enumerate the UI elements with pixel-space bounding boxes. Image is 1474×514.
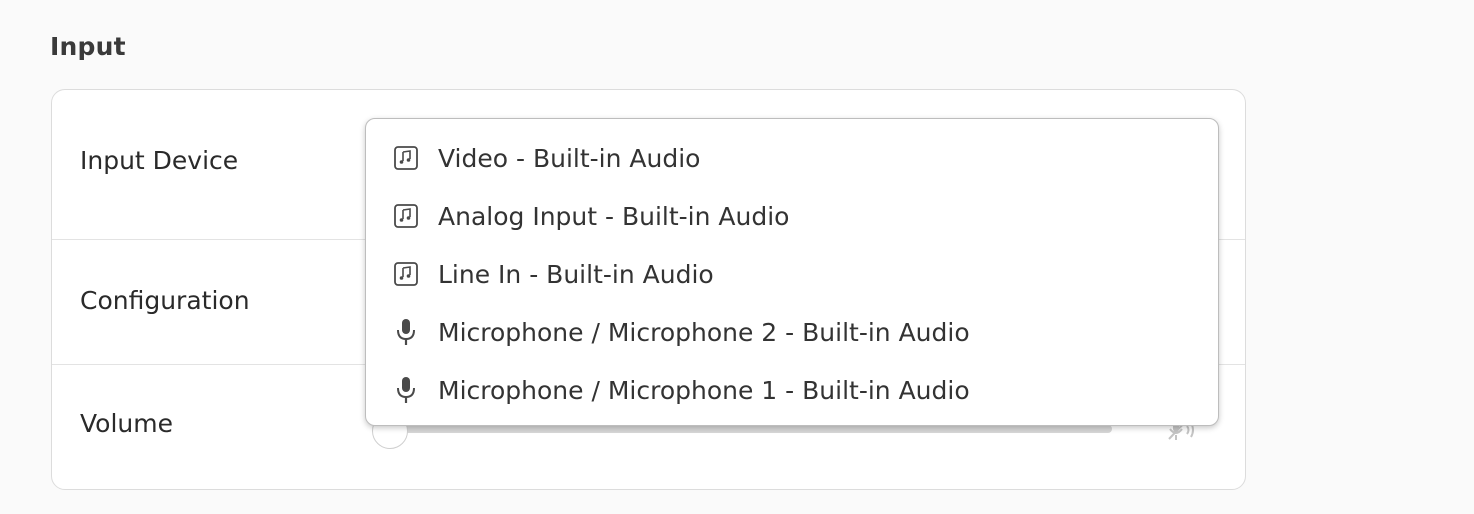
sound-settings-page: Input Input Device Configuration Volume (0, 0, 1474, 514)
input-device-dropdown: Video - Built-in Audio Analog Input - Bu… (365, 118, 1219, 426)
dropdown-item-label: Microphone / Microphone 1 - Built-in Aud… (438, 375, 970, 405)
configuration-label: Configuration (80, 286, 250, 315)
dropdown-item-analog-input[interactable]: Analog Input - Built-in Audio (366, 187, 1218, 245)
microphone-icon (394, 376, 418, 404)
audio-card-icon (394, 144, 418, 172)
dropdown-item-label: Video - Built-in Audio (438, 143, 701, 173)
audio-card-icon (394, 202, 418, 230)
microphone-icon (394, 318, 418, 346)
volume-label: Volume (80, 409, 173, 438)
section-title: Input (50, 32, 126, 61)
input-device-label: Input Device (80, 146, 239, 175)
dropdown-item-label: Line In - Built-in Audio (438, 259, 714, 289)
dropdown-item-microphone-2[interactable]: Microphone / Microphone 2 - Built-in Aud… (366, 303, 1218, 361)
audio-card-icon (394, 260, 418, 288)
dropdown-item-line-in[interactable]: Line In - Built-in Audio (366, 245, 1218, 303)
dropdown-item-label: Microphone / Microphone 2 - Built-in Aud… (438, 317, 970, 347)
dropdown-item-label: Analog Input - Built-in Audio (438, 201, 790, 231)
dropdown-item-video[interactable]: Video - Built-in Audio (366, 129, 1218, 187)
volume-slider[interactable] (392, 425, 1112, 433)
dropdown-item-microphone-1[interactable]: Microphone / Microphone 1 - Built-in Aud… (366, 361, 1218, 419)
